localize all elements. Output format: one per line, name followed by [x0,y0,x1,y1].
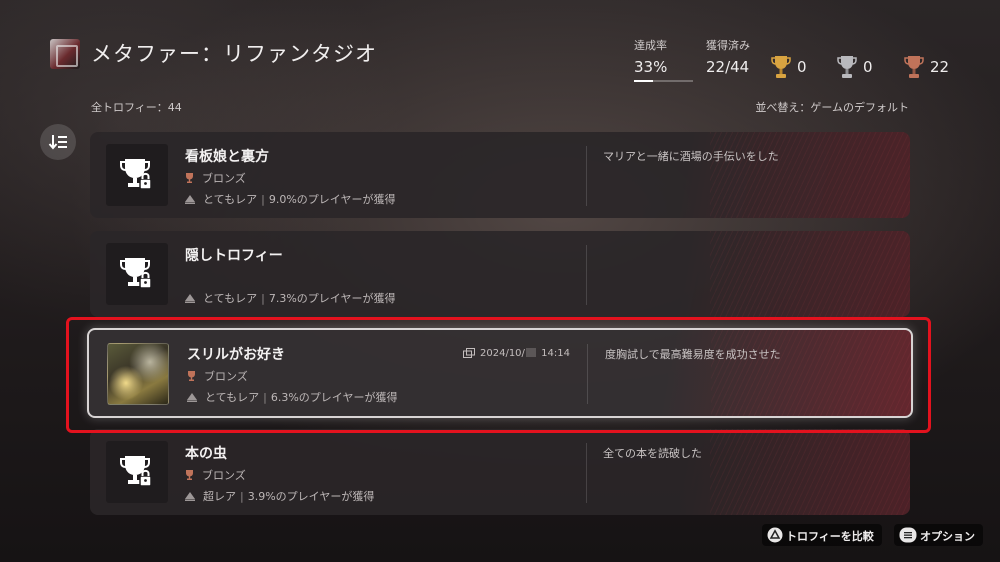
compare-trophies-button[interactable]: トロフィーを比較 [762,524,882,546]
triangle-button-icon [767,527,783,543]
trophy-description: マリアと一緒に酒場の手伝いをした [603,150,779,163]
trophy-name: 隠しトロフィー [185,248,283,264]
header: メタファー：リファンタジオ 達成率 33% 獲得済み 22/44 0 0 22 … [0,0,1000,120]
gold-count: 0 [797,58,807,76]
trophy-description: 度胸試しで最高難易度を成功させた [605,348,781,361]
bronze-trophy-icon [904,56,924,78]
rarity-label: とてもレア [203,193,258,206]
trophy-card[interactable]: 本の虫 ブロンズ 超レア | 3.9%のプレイヤーが獲得 全ての本を読破した [90,429,910,515]
options-button[interactable]: オプション [894,524,983,546]
trophy-name: 本の虫 [185,446,227,462]
rarity-label: 超レア [203,490,236,503]
completion-progress-fill [634,80,654,82]
earned-time: 14:14 [541,348,570,359]
trophy-card-selected[interactable]: スリルがお好き 2024/10/ 14:14 ブロンズ とてもレア | 6.3%のプ… [87,328,913,418]
bronze-count: 22 [930,58,950,76]
divider [586,443,587,503]
rarity-icon [185,294,195,303]
rarity-label: とてもレア [205,391,260,404]
trophy-grade-label: ブロンズ [204,370,248,383]
trophy-grade-label: ブロンズ [202,172,246,185]
silver-trophy-icon [837,56,857,78]
trophy-grade: ブロンズ [185,170,246,186]
locked-trophy-thumbnail [106,441,168,503]
bronze-trophy-icon [186,470,193,480]
trophy-rarity: とてもレア | 6.3%のプレイヤーが獲得 [187,389,397,405]
bronze-trophy-icon [188,371,195,381]
earned-label: 獲得済み [706,39,750,52]
trophy-card[interactable]: 看板娘と裏方 ブロンズ とてもレア | 9.0%のプレイヤーが獲得 マリアと一緒に酒… [90,132,910,218]
trophy-grade: ブロンズ [185,467,246,483]
locked-trophy-thumbnail [106,144,168,206]
trophy-rarity: とてもレア | 7.3%のプレイヤーが獲得 [185,290,395,306]
rarity-percent: 7.3%のプレイヤーが獲得 [268,292,396,305]
total-trophies-label: 全トロフィー：44 [91,101,182,114]
sort-label[interactable]: 並べ替え：ゲームのデフォルト [755,99,909,115]
trophy-grade: ブロンズ [187,368,248,384]
sort-button[interactable] [40,124,76,160]
trophy-rarity: とてもレア | 9.0%のプレイヤーが獲得 [185,191,395,207]
divider [586,245,587,305]
trophy-description: 全ての本を読破した [603,447,702,460]
rarity-icon [187,393,197,402]
locked-trophy-icon [120,159,152,190]
gold-trophy-icon [771,56,791,78]
trophy-name: スリルがお好き [187,347,285,363]
rarity-label: とてもレア [203,292,258,305]
trophy-grade-label: ブロンズ [202,469,246,482]
options-button-icon [899,527,917,543]
sort-icon [48,135,67,150]
bronze-trophy-icon [186,173,193,183]
rarity-icon [185,492,195,501]
completion-progress-bar [634,80,693,82]
compare-label: トロフィーを比較 [786,530,874,543]
silver-count: 0 [863,58,873,76]
date-redaction [525,348,536,357]
trophy-name: 看板娘と裏方 [185,149,269,165]
earned-value: 22/44 [706,58,750,76]
locked-trophy-icon [120,258,152,289]
completion-value: 33% [634,58,668,76]
completion-label: 達成率 [634,39,667,52]
options-label: オプション [920,530,975,543]
game-title: メタファー：リファンタジオ [91,42,377,66]
locked-trophy-icon [120,456,152,487]
rarity-percent: 3.9%のプレイヤーが獲得 [247,490,375,503]
rarity-percent: 9.0%のプレイヤーが獲得 [268,193,396,206]
trophy-rarity: 超レア | 3.9%のプレイヤーが獲得 [185,488,374,504]
game-icon [50,39,80,69]
rarity-percent: 6.3%のプレイヤーが獲得 [270,391,398,404]
trophy-thumbnail [107,343,169,405]
trophy-card[interactable]: 隠しトロフィー とてもレア | 7.3%のプレイヤーが獲得 [90,231,910,317]
earned-date: 2024/10/ 14:14 [463,348,570,359]
locked-trophy-thumbnail [106,243,168,305]
divider [587,344,588,404]
rarity-icon [185,195,195,204]
divider [586,146,587,206]
earned-date-icon [463,348,475,358]
earned-date-prefix: 2024/10/ [480,348,525,359]
